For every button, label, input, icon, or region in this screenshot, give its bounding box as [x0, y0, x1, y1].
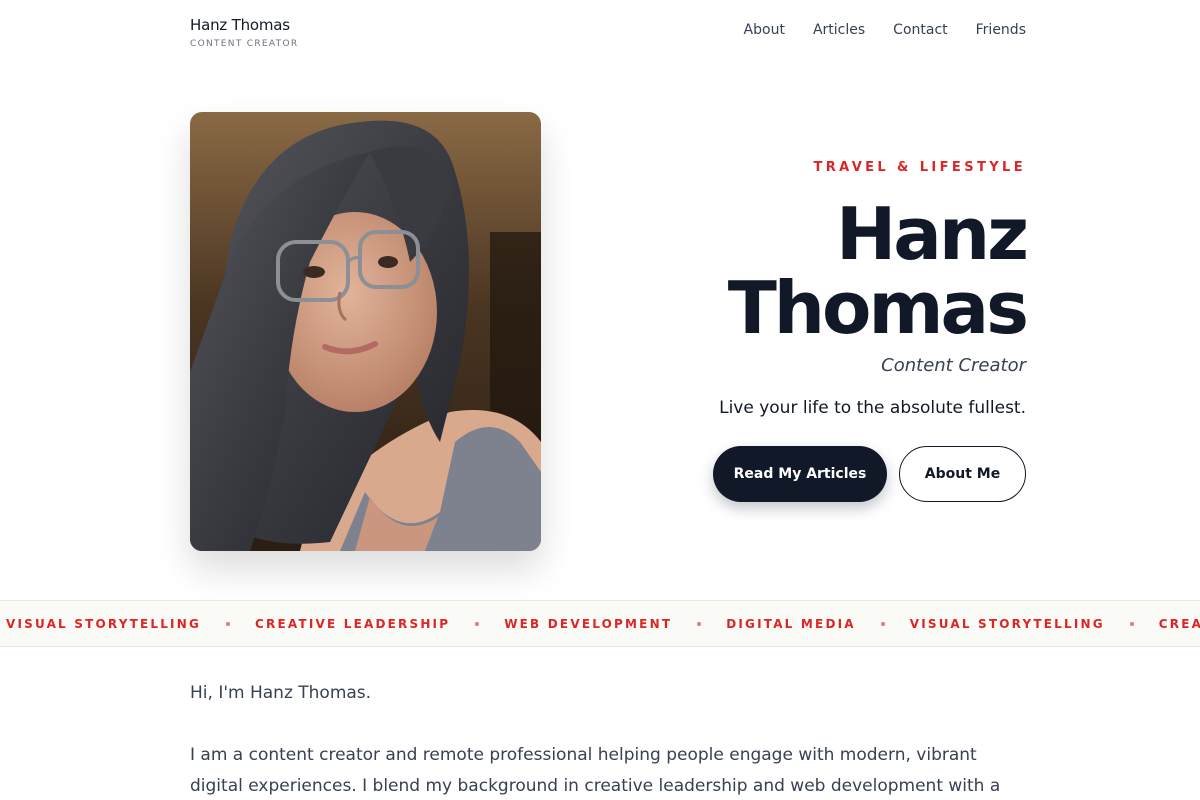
intro-section: Hi, I'm Hanz Thomas. I am a content crea… — [190, 678, 1010, 800]
hero-tagline: Live your life to the absolute fullest. — [719, 398, 1026, 418]
hero-text: TRAVEL & LIFESTYLE Hanz Thomas Content C… — [586, 160, 1029, 502]
site-header: Hanz Thomas CONTENT CREATOR About Articl… — [190, 0, 1026, 80]
brand-tagline: CONTENT CREATOR — [190, 39, 299, 49]
hero-title-line1: Hanz — [835, 192, 1029, 276]
main-nav: About Articles Contact Friends — [744, 22, 1026, 38]
ticker-item: WEB DEVELOPMENT — [504, 616, 673, 631]
brand-name[interactable]: Hanz Thomas — [190, 16, 298, 34]
profile-photo-image — [190, 112, 541, 551]
hero-buttons: Read My Articles About Me — [586, 446, 1026, 502]
ticker-item: CREATIVE LEADERSHIP — [1158, 616, 1200, 631]
ticker-item: DIGITAL MEDIA — [726, 616, 856, 631]
bullet-icon — [1129, 621, 1134, 626]
bullet-icon — [880, 621, 885, 626]
hero-title-line2: Thomas — [727, 266, 1029, 350]
nav-link-about[interactable]: About — [744, 22, 785, 38]
nav-link-friends[interactable]: Friends — [976, 22, 1026, 38]
hero-title: Hanz Thomas — [586, 192, 1029, 350]
ticker-item: VISUAL STORYTELLING — [909, 616, 1105, 631]
hero-eyebrow: TRAVEL & LIFESTYLE — [813, 160, 1026, 175]
bullet-icon — [697, 621, 702, 626]
bullet-icon — [226, 621, 231, 626]
ticker-item: CREATIVE LEADERSHIP — [255, 616, 451, 631]
hero-subtitle: Content Creator — [881, 355, 1026, 376]
bullet-icon — [475, 621, 480, 626]
nav-link-articles[interactable]: Articles — [813, 22, 865, 38]
intro-greeting: Hi, I'm Hanz Thomas. — [190, 683, 372, 703]
intro-body: I am a content creator and remote profes… — [190, 745, 1001, 796]
brand[interactable]: Hanz Thomas CONTENT CREATOR — [190, 16, 298, 49]
ticker-item: VISUAL STORYTELLING — [6, 616, 202, 631]
skills-ticker: VISUAL STORYTELLING CREATIVE LEADERSHIP … — [0, 600, 1200, 647]
page: Hanz Thomas CONTENT CREATOR About Articl… — [0, 0, 1200, 800]
read-articles-button[interactable]: Read My Articles — [713, 446, 887, 502]
nav-link-contact[interactable]: Contact — [893, 22, 947, 38]
ticker-track: VISUAL STORYTELLING CREATIVE LEADERSHIP … — [6, 601, 1200, 646]
profile-photo — [190, 112, 541, 551]
about-me-button[interactable]: About Me — [899, 446, 1026, 502]
